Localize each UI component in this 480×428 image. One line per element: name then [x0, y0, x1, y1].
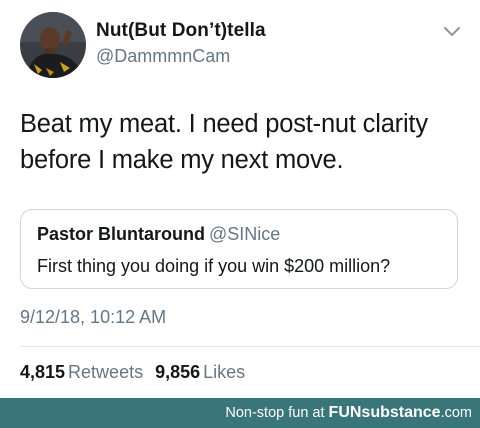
divider	[20, 346, 480, 347]
tweet-text: Beat my meat. I need post-nut clarity be…	[20, 110, 428, 174]
quoted-tweet-card[interactable]: Pastor Bluntaround @SINice First thing yo…	[20, 209, 458, 289]
retweets-label: Retweets	[68, 362, 144, 382]
watermark-text: Non-stop fun at FUNsubstance.com	[225, 404, 472, 422]
retweets-count: 4,815	[20, 362, 66, 382]
watermark-bar: Non-stop fun at FUNsubstance.com	[0, 398, 480, 428]
quoted-display-name: Pastor Bluntaround	[37, 224, 206, 244]
likes-count: 9,856	[155, 362, 201, 382]
avatar[interactable]	[20, 12, 86, 78]
likes-stat[interactable]: 9,856 Likes	[155, 362, 245, 382]
tweet-stats: 4,815 Retweets 9,856 Likes	[20, 362, 245, 383]
watermark-prefix: Non-stop fun at	[225, 405, 329, 421]
quoted-user-handle: @SINice	[209, 224, 281, 244]
retweets-stat[interactable]: 4,815 Retweets	[20, 362, 143, 382]
likes-label: Likes	[203, 362, 246, 382]
quoted-tweet-text: First thing you doing if you win $200 mi…	[37, 256, 391, 276]
watermark-brand: FUNsubstance	[328, 404, 441, 421]
quoted-tweet-header: Pastor Bluntaround @SINice	[37, 224, 280, 245]
tweet-screenshot: Nut(But Don’t)tella @DammmnCam Beat my m…	[0, 0, 480, 428]
watermark-domain: .com	[440, 405, 472, 421]
tweet-timestamp[interactable]: 9/12/18, 10:12 AM	[20, 307, 166, 328]
user-avatar-icon	[20, 12, 86, 78]
user-handle[interactable]: @DammmnCam	[96, 46, 230, 67]
display-name[interactable]: Nut(But Don’t)tella	[96, 20, 266, 42]
chevron-down-icon[interactable]	[443, 26, 461, 38]
